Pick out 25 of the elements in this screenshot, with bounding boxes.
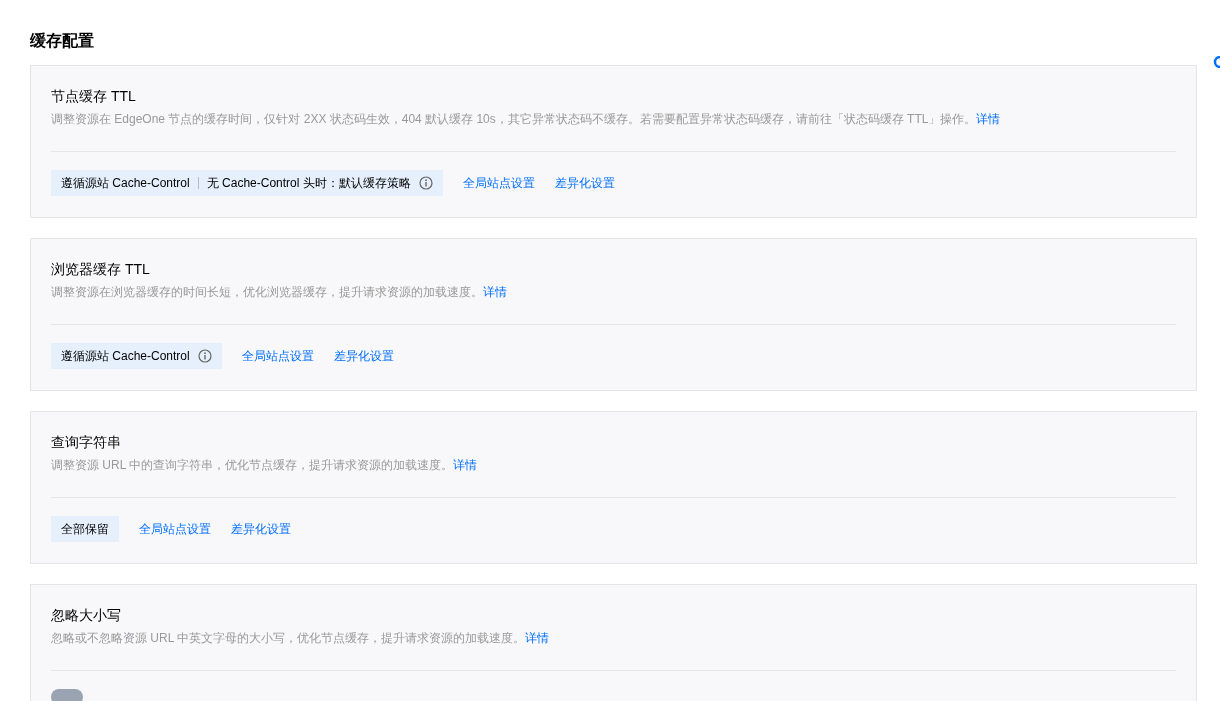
detail-link[interactable]: 详情 — [976, 112, 1001, 126]
section-description: 调整资源在 EdgeOne 节点的缓存时间，仅针对 2XX 状态码生效，404 默认缓存 10s，其它异常状态码不缓存。若需要配置异常状态码缓存，请前往「状态码缓存 TTL」操作。详情 — [51, 111, 1002, 128]
section-title: 浏览器缓存 TTL — [51, 260, 151, 279]
settings-link[interactable]: 差异化设置 — [231, 520, 291, 538]
settings-link[interactable]: 全局站点设置 — [139, 520, 211, 538]
section-description: 调整资源 URL 中的查询字符串，优化节点缓存，提升请求资源的加载速度。详情 — [51, 457, 479, 474]
info-icon[interactable] — [197, 349, 212, 363]
status-tag: 遵循源站 Cache-Control — [51, 343, 222, 369]
status-tag: 全部保留 — [51, 516, 119, 542]
detail-link[interactable]: 详情 — [453, 458, 478, 472]
detail-link[interactable]: 详情 — [525, 631, 550, 645]
settings-link[interactable]: 差异化设置 — [554, 174, 615, 192]
section-title: 忽略大小写 — [51, 606, 122, 625]
detail-link[interactable]: 详情 — [483, 285, 507, 299]
settings-link[interactable]: 全局站点设置 — [241, 347, 314, 365]
section-description: 忽略或不忽略资源 URL 中英文字母的大小写，优化节点缓存，提升请求资源的加载速度。详情 — [51, 630, 551, 647]
section-title: 查询字符串 — [51, 433, 122, 452]
page-title: 缓存配置 — [30, 31, 95, 51]
info-icon[interactable] — [418, 176, 433, 190]
settings-link[interactable]: 差异化设置 — [333, 347, 394, 365]
section-title: 节点缓存 TTL — [51, 87, 137, 106]
section-description: 调整资源在浏览器缓存的时间长短，优化浏览器缓存，提升请求资源的加载速度。详情 — [51, 284, 508, 301]
status-tag: 遵循源站 Cache-Control 无 Cache-Control 头时：默认缓存策略 — [51, 170, 443, 196]
toggle-switch[interactable] — [51, 689, 83, 701]
settings-link[interactable]: 全局站点设置 — [462, 174, 535, 192]
